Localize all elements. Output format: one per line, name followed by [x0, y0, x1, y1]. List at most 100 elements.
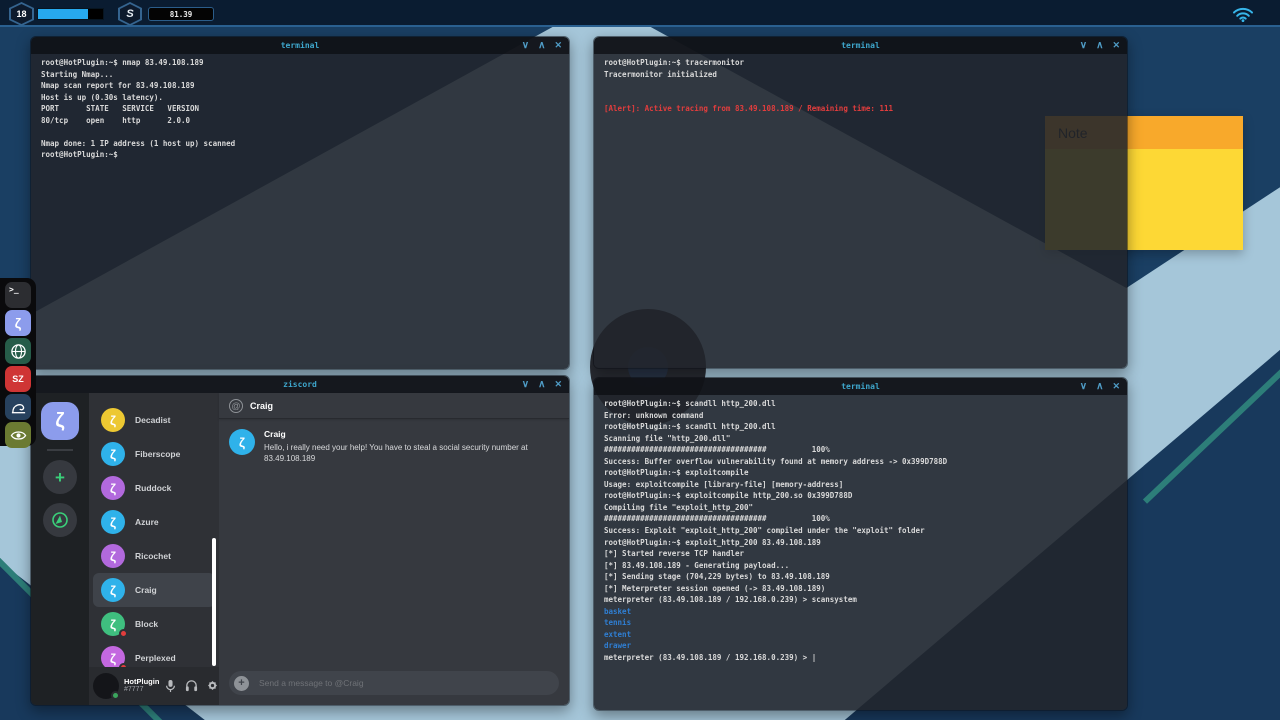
- contacts-scrollbar[interactable]: [212, 538, 216, 666]
- top-status-bar: 18 S 81.39: [0, 0, 1280, 27]
- window-title: terminal: [841, 382, 880, 391]
- terminal-line: Success: Exploit "exploit_http_200" comp…: [604, 525, 1127, 537]
- contact-item[interactable]: ζ Ricochet: [93, 539, 215, 573]
- terminal-titlebar[interactable]: terminal ∨ ∧ ✕: [594, 37, 1127, 54]
- terminal-line: Compiling file "exploit_http_200": [604, 502, 1127, 514]
- terminal-output[interactable]: root@HotPlugin:~$ nmap 83.49.108.189Star…: [31, 54, 569, 369]
- terminal-titlebar[interactable]: terminal ∨ ∧ ✕: [31, 37, 569, 54]
- contact-item[interactable]: ζ Craig: [93, 573, 215, 607]
- chat-header: @ Craig: [219, 393, 569, 419]
- settings-gear-icon[interactable]: [206, 679, 219, 692]
- contact-item[interactable]: ζ Ruddock: [93, 471, 215, 505]
- terminal-output[interactable]: root@HotPlugin:~$ tracermonitorTracermon…: [594, 54, 1127, 368]
- compass-icon: [51, 511, 69, 529]
- headphones-icon[interactable]: [185, 679, 198, 692]
- contact-name: Craig: [135, 585, 157, 595]
- add-server-button[interactable]: +: [43, 460, 77, 494]
- attach-plus-icon[interactable]: +: [234, 676, 249, 691]
- app-dock: >_ ζ SZ: [0, 278, 36, 446]
- user-name: HotPlugin: [124, 677, 162, 686]
- terminal-line: [604, 92, 1127, 104]
- user-tag: #7777: [124, 686, 162, 694]
- logo-glyph: S: [126, 8, 133, 20]
- globe-icon: [10, 343, 27, 360]
- level-badge: 18: [9, 2, 34, 26]
- contact-item[interactable]: ζ Fiberscope: [93, 437, 215, 471]
- contact-item[interactable]: ζ Decadist: [93, 403, 215, 437]
- chat-panel: @ Craig ζ Craig Hello, i really need you…: [219, 393, 569, 705]
- sz-label: SZ: [12, 374, 24, 384]
- minimize-button[interactable]: ∨: [1080, 382, 1087, 392]
- terminal-line: Usage: exploitcompile [library-file] [me…: [604, 479, 1127, 491]
- terminal-line: #################################### 100…: [604, 444, 1127, 456]
- ziscord-window[interactable]: ziscord ∨ ∧ ✕ ζ +: [30, 375, 570, 706]
- wave-icon: [10, 399, 27, 416]
- terminal-window-exploit[interactable]: terminal ∨ ∧ ✕ root@HotPlugin:~$ scandll…: [593, 377, 1128, 711]
- terminal-line: root@HotPlugin:~$ scandll http_200.dll: [604, 421, 1127, 433]
- minimize-button[interactable]: ∨: [522, 41, 529, 51]
- xp-progress-fill: [38, 9, 88, 19]
- close-button[interactable]: ✕: [1112, 41, 1120, 50]
- minimize-button[interactable]: ∨: [522, 380, 529, 390]
- wifi-icon[interactable]: [1232, 6, 1254, 27]
- close-button[interactable]: ✕: [1112, 382, 1120, 391]
- terminal-line: [41, 126, 569, 138]
- terminal-line: root@HotPlugin:~$ exploitcompile: [604, 467, 1127, 479]
- terminal-line: root@HotPlugin:~$ tracermonitor: [604, 57, 1127, 69]
- terminal-line: 80/tcp open http 2.0.0: [41, 115, 569, 127]
- close-button[interactable]: ✕: [554, 380, 562, 389]
- maximize-button[interactable]: ∧: [538, 380, 545, 390]
- minimize-button[interactable]: ∨: [1080, 41, 1087, 51]
- contact-name: Perplexed: [135, 653, 176, 663]
- window-title: ziscord: [283, 380, 317, 389]
- ziscord-face-icon: ζ: [110, 413, 116, 428]
- ziscord-face-icon: ζ: [110, 617, 116, 632]
- money-counter: 81.39: [148, 7, 214, 21]
- terminal-output[interactable]: root@HotPlugin:~$ scandll http_200.dllEr…: [594, 395, 1127, 710]
- user-avatar: [93, 673, 119, 699]
- terminal-line: root@HotPlugin:~$ nmap 83.49.108.189: [41, 57, 569, 69]
- window-title: terminal: [281, 41, 320, 50]
- contact-avatar: ζ: [101, 544, 125, 568]
- terminal-window-tracer[interactable]: terminal ∨ ∧ ✕ root@HotPlugin:~$ tracerm…: [593, 36, 1128, 369]
- dock-browser-icon[interactable]: [5, 338, 31, 364]
- maximize-button[interactable]: ∧: [1096, 382, 1103, 392]
- terminal-line: basket: [604, 606, 1127, 618]
- plus-icon: +: [55, 469, 65, 486]
- xp-progress-bar: [37, 8, 104, 20]
- contact-item[interactable]: ζ Block: [93, 607, 215, 641]
- close-button[interactable]: ✕: [554, 41, 562, 50]
- dock-sz-store-icon[interactable]: SZ: [5, 366, 31, 392]
- dock-wave-icon[interactable]: [5, 394, 31, 420]
- contact-avatar: ζ: [101, 408, 125, 432]
- contact-name: Ruddock: [135, 483, 171, 493]
- dock-eye-icon[interactable]: [5, 422, 31, 448]
- terminal-line: [604, 80, 1127, 92]
- maximize-button[interactable]: ∧: [538, 41, 545, 51]
- message-input[interactable]: [257, 677, 537, 689]
- ziscord-face-icon: ζ: [110, 447, 116, 462]
- terminal-line: Nmap done: 1 IP address (1 host up) scan…: [41, 138, 569, 150]
- message-input-bar[interactable]: +: [229, 671, 559, 695]
- microphone-icon[interactable]: [164, 679, 177, 693]
- terminal-line: Tracermonitor initialized: [604, 69, 1127, 81]
- contact-item[interactable]: ζ Azure: [93, 505, 215, 539]
- dock-terminal-icon[interactable]: >_: [5, 282, 31, 308]
- explore-button[interactable]: [43, 503, 77, 537]
- terminal-line: PORT STATE SERVICE VERSION: [41, 103, 569, 115]
- dock-ziscord-icon[interactable]: ζ: [5, 310, 31, 336]
- terminal-window-nmap[interactable]: terminal ∨ ∧ ✕ root@HotPlugin:~$ nmap 83…: [30, 36, 570, 370]
- terminal-line: Host is up (0.30s latency).: [41, 92, 569, 104]
- terminal-line: root@HotPlugin:~$ exploitcompile http_20…: [604, 490, 1127, 502]
- ziscord-face-icon: ζ: [110, 583, 116, 598]
- chat-channel-name: Craig: [250, 401, 273, 411]
- maximize-button[interactable]: ∧: [1096, 41, 1103, 51]
- money-value: 81.39: [170, 10, 193, 19]
- at-icon: @: [229, 399, 243, 413]
- ziscord-home-button[interactable]: ζ: [41, 402, 79, 440]
- terminal-line: Starting Nmap...: [41, 69, 569, 81]
- terminal-line: extent: [604, 629, 1127, 641]
- ziscord-face-icon: ζ: [110, 549, 116, 564]
- ziscord-titlebar[interactable]: ziscord ∨ ∧ ✕: [31, 376, 569, 393]
- terminal-titlebar[interactable]: terminal ∨ ∧ ✕: [594, 378, 1127, 395]
